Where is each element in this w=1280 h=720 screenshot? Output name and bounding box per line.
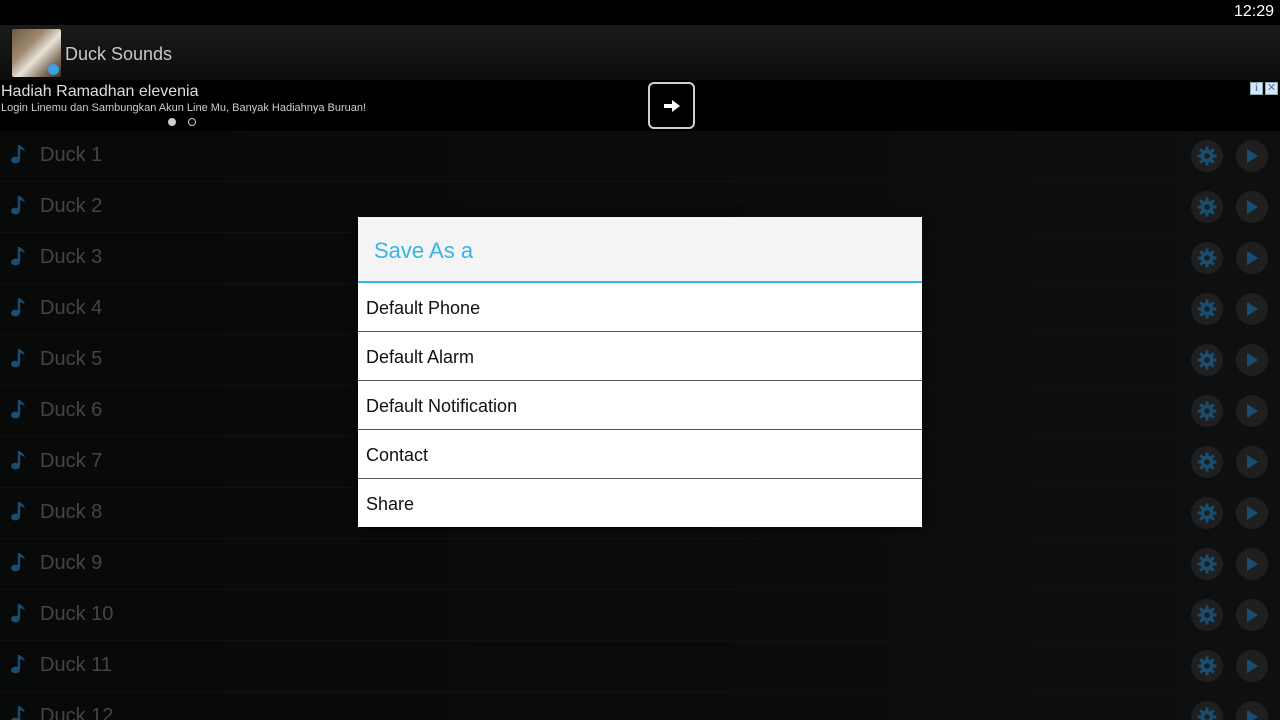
status-bar: 12:29 [0, 0, 1280, 25]
ad-go-button[interactable] [648, 82, 695, 129]
ad-page-dot [188, 118, 196, 126]
dialog-options: Default Phone Default Alarm Default Notifi… [358, 283, 922, 527]
arrow-right-icon [663, 99, 680, 112]
dialog-option-label: Share [366, 494, 415, 514]
dialog-option-default-phone[interactable]: Default Phone [358, 283, 922, 332]
app-bar: Duck Sounds [0, 25, 1280, 80]
app-title: Duck Sounds [65, 44, 173, 64]
ad-close-icon[interactable]: ✕ [1265, 82, 1278, 95]
ad-subtext[interactable]: Login Linemu dan Sambungkan Akun Line Mu… [1, 102, 366, 114]
app-icon[interactable] [12, 29, 61, 77]
ad-page-dot-active [168, 118, 176, 126]
dialog-option-label: Default Alarm [366, 347, 475, 367]
dialog-option-label: Default Phone [366, 298, 481, 318]
dialog-option-contact[interactable]: Contact [358, 430, 922, 479]
dialog-title: Save As a [374, 238, 474, 263]
dialog-option-default-notification[interactable]: Default Notification [358, 381, 922, 430]
dialog-option-default-alarm[interactable]: Default Alarm [358, 332, 922, 381]
ad-banner[interactable]: Hadiah Ramadhan elevenia Login Linemu da… [0, 80, 1280, 130]
ad-info-icon[interactable]: i [1250, 82, 1263, 95]
dialog-option-label: Contact [366, 445, 429, 465]
dialog-option-label: Default Notification [366, 396, 518, 416]
app-icon-badge [48, 64, 59, 75]
status-time: 12:29 [1233, 3, 1274, 20]
save-as-dialog: Save As a Default Phone Default Alarm Defa… [358, 217, 922, 527]
dialog-option-share[interactable]: Share [358, 479, 922, 527]
dialog-header: Save As a [358, 217, 922, 283]
ad-headline[interactable]: Hadiah Ramadhan elevenia [1, 83, 198, 101]
